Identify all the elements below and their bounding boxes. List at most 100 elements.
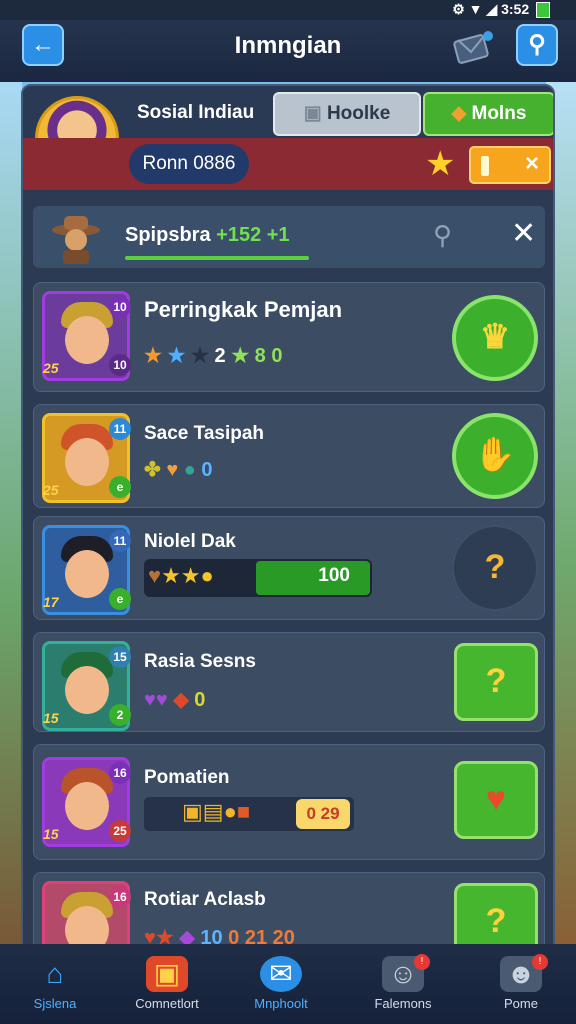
rank-badge: 15	[109, 646, 131, 668]
close-rank-button[interactable]: ×	[469, 146, 551, 184]
rank-badge: 16	[109, 886, 131, 908]
item-icons: ▣▤●■	[182, 799, 250, 825]
home-icon: ⌂	[46, 958, 64, 989]
add-friend-button[interactable]: ✋	[452, 413, 538, 499]
nav-item-friends[interactable]: ☺ ! Falemons	[348, 944, 458, 1024]
tier-badge: e	[109, 476, 131, 498]
face	[65, 438, 109, 486]
player-name: Pomatien	[144, 767, 230, 788]
coin-icon: ▣	[182, 799, 203, 824]
nav-item-shop[interactable]: ▣ Comnetlort	[112, 944, 222, 1024]
player-stats: ✤ ♥ ● 0	[144, 457, 213, 482]
diamond-red-icon: ◆	[173, 689, 189, 711]
rank-badge: 10	[109, 296, 131, 318]
status-time: 3:52	[501, 1, 530, 17]
search-button[interactable]: ⚲	[516, 24, 558, 66]
rank-badge: 11	[109, 418, 131, 440]
player-name: Perringkak Pemjan	[144, 297, 343, 322]
clover-icon: ✤	[144, 459, 161, 481]
nav-item-chat[interactable]: ✉ Mnphoolt	[226, 944, 336, 1024]
player-avatar: 25 11 e	[42, 413, 131, 503]
player-avatar: 15 16 25	[42, 757, 131, 847]
player-level: 25	[43, 360, 59, 376]
player-card[interactable]: 17 11 e Niolel Dak ♥★★● 100 ?	[33, 516, 545, 620]
player-level: 25	[43, 482, 59, 498]
player-avatar: 15 15 2	[42, 641, 131, 731]
chat-icon: ✉	[260, 956, 302, 992]
xp-progress-fill	[256, 561, 370, 595]
search-query: Spipsbra	[125, 224, 211, 246]
face	[65, 782, 109, 830]
heart-icon: ♥	[485, 780, 507, 818]
player-card[interactable]: 25 11 e Sace Tasipah ✤ ♥ ● 0 ✋	[33, 404, 545, 508]
like-button[interactable]: ♥	[454, 761, 538, 839]
search-row[interactable]: Spipsbra +152 +1 ⚲ ✕	[33, 206, 545, 268]
quest-button[interactable]: ?	[452, 525, 538, 611]
star-orange-icon: ★	[144, 345, 162, 367]
box-icon: ■	[236, 799, 251, 824]
notification-badge: !	[532, 954, 548, 970]
nav-label: Sjslena	[33, 996, 77, 1011]
player-level: 17	[43, 594, 59, 610]
search-icon: ⚲	[528, 31, 546, 58]
player-card[interactable]: 15 16 25 Pomatien ▣▤●■ 0 29 ♥	[33, 744, 545, 860]
star-icon: ★	[425, 145, 456, 183]
stat-value: 2	[214, 345, 226, 367]
coin-gold-icon: ●	[223, 799, 237, 824]
background-left	[0, 80, 22, 960]
battery-icon	[536, 2, 550, 19]
player-card[interactable]: 16 Rotiar Aclasb ♥★ ◆ 10 0 21 20 ?	[33, 872, 545, 952]
item-row: ▣▤●■ 0 29	[144, 797, 354, 831]
player-card[interactable]: 15 15 2 Rasia Sesns ♥♥ ◆ 0 ?	[33, 632, 545, 732]
face	[65, 550, 109, 598]
star-icon: ★★	[161, 563, 201, 588]
stat-value: 0	[194, 689, 206, 711]
status-bar: ⚙ ▼ ◢ 3:52	[0, 0, 576, 20]
nav-item-profile[interactable]: ☻ ! Pome	[466, 944, 576, 1024]
tier-badge: 25	[109, 820, 131, 842]
top-bar: ← Inmngian ⚲	[0, 20, 576, 82]
player-level: 15	[43, 826, 59, 842]
player-avatar: 17 11 e	[42, 525, 131, 615]
barrel-icon: ▤	[202, 799, 224, 824]
search-underline	[125, 256, 309, 260]
shop-icon: ▣	[146, 956, 188, 992]
question-icon: ?	[485, 902, 507, 940]
item-count: 0 29	[296, 799, 350, 829]
tier-badge: e	[109, 588, 131, 610]
tab-molns[interactable]: ◆ Molns	[423, 92, 553, 136]
wifi-icon: ▼	[468, 1, 483, 17]
main-panel: ✓ 2140 Sosial Indiau ▣ Hoolke ◆ Molns Ro…	[21, 84, 555, 954]
search-text: Spipsbra +152 +1	[125, 224, 290, 247]
nav-item-home[interactable]: ⌂ Sjslena	[0, 944, 110, 1024]
question-icon: ?	[485, 662, 507, 700]
gem-icon: ◆	[451, 103, 472, 124]
question-icon: ?	[484, 548, 506, 586]
social-label: Sosial Indiau	[137, 102, 255, 123]
player-card[interactable]: 25 10 10 Perringkak Pemjan ★ ★ ★ 2 ★ 8 0…	[33, 282, 545, 392]
tab-hoolke[interactable]: ▣ Hoolke	[273, 92, 421, 136]
settings-icon: ⚙	[452, 1, 465, 17]
stat-value: 0	[201, 459, 213, 481]
quest-button[interactable]: ?	[454, 643, 538, 721]
player-level: 15	[43, 710, 59, 726]
stat-value-green: ★ 8 0	[231, 345, 283, 367]
player-name: Sace Tasipah	[144, 423, 265, 444]
heart-purple-icon: ♥♥	[144, 689, 168, 711]
face	[65, 316, 109, 364]
cowboy-avatar-icon	[52, 216, 100, 264]
handshake-icon: ✋	[473, 436, 517, 474]
bottom-nav: ⌂ Sjslena ▣ Comnetlort ✉ Mnphoolt ☺ ! Fa…	[0, 944, 576, 1024]
bar-icon	[481, 156, 489, 176]
clear-search-icon[interactable]: ✕	[511, 216, 536, 251]
player-stats: ♥♥ ◆ 0	[144, 687, 205, 712]
magnifier-icon[interactable]: ⚲	[433, 220, 452, 251]
crown-button[interactable]: ♛	[452, 295, 538, 381]
heart-icon: ♥	[166, 459, 179, 481]
mail-icon[interactable]	[452, 28, 496, 68]
nav-label: Falemons	[374, 996, 432, 1011]
rank-badge: 11	[109, 530, 131, 552]
rank-pill: Ronn 0886	[129, 144, 249, 184]
tab-hoolke-label: Hoolke	[326, 103, 391, 124]
nav-label: Mnphoolt	[254, 996, 308, 1011]
